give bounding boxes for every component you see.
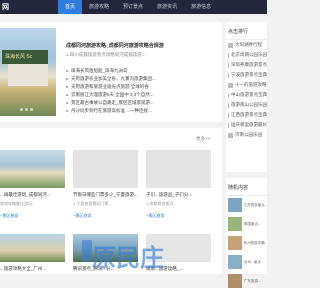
rank-badge: [228, 42, 233, 48]
random-content-panel: 随机内容 江苏旅游景点... 泰国景点... 杭州旅游攻略... 台州...景点…: [226, 178, 267, 288]
ranking-item[interactable]: 江西旅游景点宝典: [226, 110, 267, 120]
random-thumbnail[interactable]: [228, 198, 242, 212]
card-title[interactable]: ...阔最佳游玩_成都同河...: [0, 192, 65, 198]
card-thumbnail[interactable]: [73, 150, 138, 188]
card-thumbnail[interactable]: [0, 234, 65, 262]
rank-badge: [228, 72, 229, 78]
bullet-icon: [66, 94, 68, 96]
click-ranking-panel: 点击排行 大阳湖畔行程 北京周期公园乐园 深圳养康旅游景点 宁波旅游景点宝典 十…: [226, 22, 267, 172]
hero-slider[interactable]: 珠海长风 Sc: [0, 28, 56, 116]
slider-dot[interactable]: [25, 108, 28, 111]
news-item[interactable]: 珠海长风渔船船_珠海九洲岛: [64, 67, 214, 75]
ranking-item[interactable]: 十一的旅游攻略: [226, 80, 267, 90]
featured-section: 珠海长风 Sc 成都同河旅游攻略_成都同河旅游攻略合规游 1.四川成都旅游景点攻…: [0, 22, 222, 122]
card-desc: 1.宁夏旅游景区门票...: [73, 201, 112, 206]
card-desc: 1.成都旅游景点...: [146, 201, 177, 206]
ranking-item[interactable]: 旅游南山公园乐园: [226, 100, 267, 110]
rank-badge: [228, 82, 233, 88]
slider-dot[interactable]: [30, 108, 33, 111]
article-card[interactable]: 子们...旅游品_子们分... 1.成都旅游景点... +景区旅游: [146, 150, 211, 219]
card-thumbnail[interactable]: [0, 150, 65, 188]
slider-dot[interactable]: [20, 108, 23, 111]
card-desc: 旅游攻略最佳游玩...: [0, 201, 36, 206]
random-thumbnail[interactable]: [228, 217, 242, 231]
nav-guides[interactable]: 旅游攻略: [82, 0, 116, 14]
rank-badge: [228, 132, 233, 138]
more-link[interactable]: 更多>>: [196, 136, 210, 142]
rank-badge: [228, 102, 229, 108]
site-logo[interactable]: 网: [2, 2, 9, 12]
main-nav: 首页 旅游攻略 预订景点 旅游资讯 旅游信息: [58, 0, 218, 14]
ranking-item[interactable]: 大阳湖畔行程: [226, 40, 267, 50]
random-thumbnail[interactable]: [228, 255, 242, 269]
ranking-item[interactable]: 中山旅游景点宝典: [226, 90, 267, 100]
watermark-icon: [82, 240, 92, 262]
watermark-text: 原民庄: [92, 245, 164, 272]
card-tag[interactable]: +景区旅游: [146, 213, 211, 219]
ranking-item[interactable]: 济南公园乐园: [226, 130, 267, 140]
ranking-item[interactable]: 国庆哪里旅游最好: [226, 120, 267, 130]
featured-summary: 1.四川成都旅游景点攻略同河成都旅游...: [66, 52, 146, 57]
rank-badge: [228, 62, 229, 68]
news-item[interactable]: 天府旅游和旅游业观光点旅游 全球的各: [64, 83, 214, 91]
rank-badge: [228, 112, 229, 118]
card-title[interactable]: ...旅游攻略大全_广州...: [0, 266, 65, 272]
card-row: ...阔最佳游玩_成都同河... 旅游攻略最佳游玩... +景区旅游 节假日哪些…: [0, 150, 211, 219]
article-card[interactable]: 节假日哪些门票多少_宁夏旅游... 1.宁夏旅游景区门票... +景区旅游: [73, 150, 138, 219]
bullet-icon: [66, 86, 68, 88]
article-card[interactable]: [0, 234, 65, 262]
random-item[interactable]: 广东旅游...: [228, 274, 267, 288]
bullet-icon: [66, 78, 68, 80]
panel-title: 随机内容: [226, 178, 267, 196]
bullet-icon: [66, 70, 68, 72]
card-title[interactable]: 子们...旅游品_子们分...: [146, 192, 211, 198]
rank-badge: [228, 122, 229, 128]
random-item[interactable]: 杭州旅游攻略...: [228, 236, 267, 250]
random-item[interactable]: 江苏旅游景点...: [228, 198, 267, 212]
random-item[interactable]: 泰国景点...: [228, 217, 267, 231]
rank-badge: [228, 92, 229, 98]
ranking-item[interactable]: 宁波旅游景点宝典: [226, 70, 267, 80]
random-item[interactable]: 台州...景点...: [228, 255, 267, 269]
slider-caption: 珠海长风 Sc: [2, 50, 48, 64]
ranking-item[interactable]: 北京周期公园乐园: [226, 50, 267, 60]
nav-booking[interactable]: 预订景点: [116, 0, 150, 14]
nav-news[interactable]: 旅游资讯: [150, 0, 184, 14]
article-card[interactable]: ...阔最佳游玩_成都同河... 旅游攻略最佳游玩... +景区旅游: [0, 150, 65, 219]
news-item[interactable]: 丹沙同步到行在旅游高标准 ...一种连接...: [64, 107, 214, 115]
bullet-icon: [66, 110, 68, 112]
news-item[interactable]: 天府旅游农业加美全省，九寨沟旅游集团...: [64, 75, 214, 83]
top-nav-bar: 网 首页 旅游攻略 预订景点 旅游资讯 旅游信息: [0, 0, 267, 14]
nav-home[interactable]: 首页: [58, 0, 83, 14]
news-item[interactable]: 云南丽江大理旅游5天 全国中 3 3个自然...: [64, 91, 214, 99]
card-tag[interactable]: +景区旅游: [0, 213, 65, 219]
news-list: 珠海长风渔船船_珠海九洲岛 天府旅游农业加美全省，九寨沟旅游集团... 天府旅游…: [64, 67, 214, 115]
featured-headline[interactable]: 成都同河旅游攻略_成都同河旅游攻略合规游: [66, 42, 164, 49]
card-thumbnail[interactable]: [146, 150, 211, 188]
rank-badge: [228, 52, 229, 58]
panel-title: 点击排行: [226, 22, 267, 40]
random-thumbnail[interactable]: [228, 274, 242, 288]
card-tag[interactable]: +景区旅游: [73, 213, 138, 219]
nav-info[interactable]: 旅游信息: [184, 0, 218, 14]
random-thumbnail[interactable]: [228, 236, 242, 250]
card-title[interactable]: 节假日哪些门票多少_宁夏旅游...: [73, 192, 138, 198]
bullet-icon: [66, 102, 68, 104]
slider-dots: [20, 108, 33, 111]
ranking-item[interactable]: 深圳养康旅游景点: [226, 60, 267, 70]
news-item[interactable]: 景区最古事故公自路走_景区区域景观游...: [64, 99, 214, 107]
